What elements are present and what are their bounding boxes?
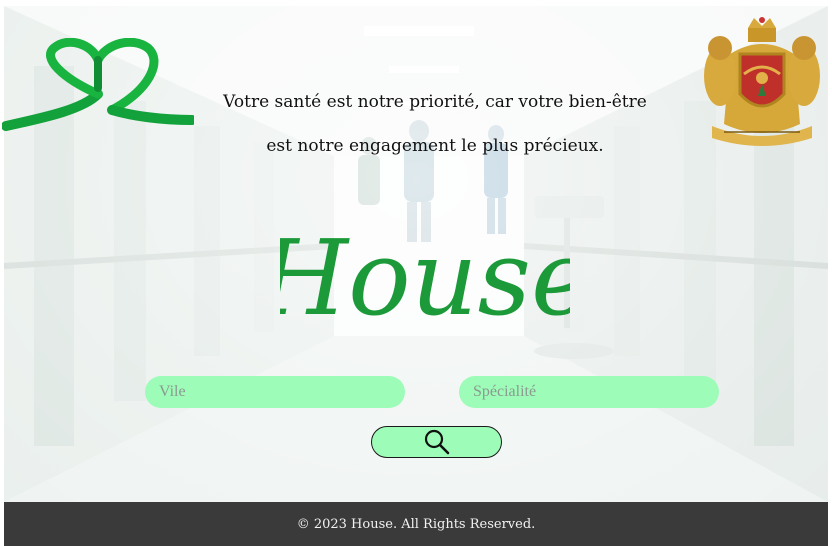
footer: © 2023 House. All Rights Reserved. xyxy=(4,502,828,546)
tagline-line-1: Votre santé est notre priorité, car votr… xyxy=(223,92,647,112)
heart-ribbon-logo xyxy=(2,38,194,131)
footer-copyright: © 2023 House. All Rights Reserved. xyxy=(296,516,536,532)
specialty-input[interactable] xyxy=(459,376,719,408)
city-input[interactable] xyxy=(145,376,405,408)
search-button[interactable] xyxy=(371,426,502,458)
brand-logo: House xyxy=(255,196,592,346)
tagline-line-2: est notre engagement le plus précieux. xyxy=(266,136,604,156)
coat-of-arms-emblem xyxy=(704,17,820,146)
search-icon xyxy=(424,429,449,455)
brand-name: House xyxy=(280,217,570,339)
